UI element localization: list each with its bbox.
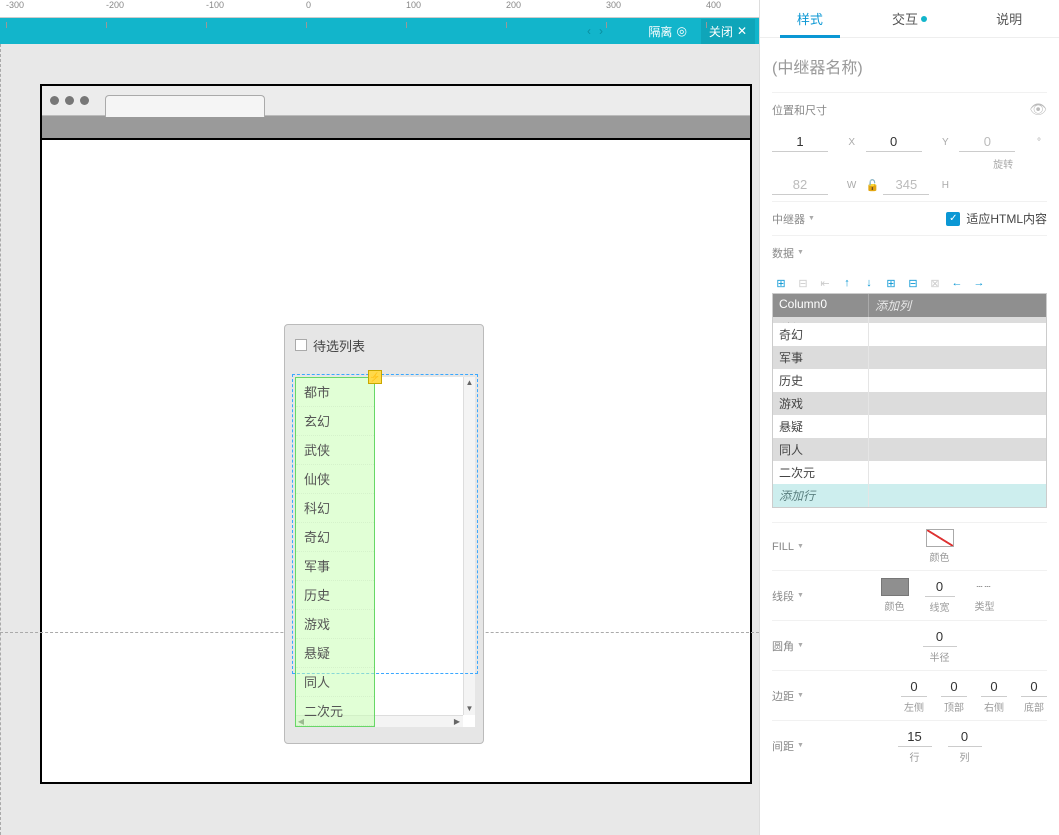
col-spacing-input[interactable] [948,727,982,747]
lightning-icon[interactable]: ⚡ [368,370,382,384]
target-icon: ◎ [676,24,686,38]
section-spacing[interactable]: 间距▼ [772,738,832,754]
panel-checkbox[interactable] [295,339,307,351]
isolate-label: 隔离 [648,23,672,40]
section-fill[interactable]: FILL▼ [772,541,832,553]
list-item[interactable]: 奇幻 [296,523,374,552]
close-label: 关闭 [709,23,733,40]
section-radius[interactable]: 圆角▼ [772,638,832,654]
add-column-header[interactable]: 添加列 [869,294,1046,317]
section-padding[interactable]: 边距▼ [772,688,832,704]
list-item[interactable]: 游戏 [296,610,374,639]
pad-top-input[interactable] [941,677,967,697]
add-column-icon[interactable]: ⊞ [772,275,790,291]
clear-icon[interactable]: ⊠ [926,275,944,291]
remove-column-icon[interactable]: ⊟ [794,275,812,291]
table-cell[interactable]: 二次元 [773,461,869,484]
list-item[interactable]: 玄幻 [296,407,374,436]
scrollbar-vertical[interactable]: ▲ ▼ [463,377,475,715]
ruler-horizontal: -300 -200 -100 0 100 200 300 400 [0,0,759,18]
line-width-input[interactable] [925,577,955,597]
table-cell[interactable]: 军事 [773,346,869,369]
remove-row-icon[interactable]: ⊟ [904,275,922,291]
address-bar [42,116,750,140]
list-item[interactable]: 同人 [296,668,374,697]
repeater-selection[interactable]: ⚡ 都市 玄幻 武侠 仙侠 科幻 奇幻 军事 历史 游戏 悬疑 同人 二次元 [295,377,375,727]
scroll-down-icon[interactable]: ▼ [464,703,475,715]
scroll-up-icon[interactable]: ▲ [464,377,475,389]
add-row-cell[interactable]: 添加行 [773,484,869,507]
browser-chrome [42,86,750,116]
widget-name[interactable]: (中继器名称) [772,46,1047,92]
data-toolbar: ⊞ ⊟ ⇤ ↑ ↓ ⊞ ⊟ ⊠ ← → [772,269,1047,293]
window-dot-icon [65,96,74,105]
next-icon[interactable]: → [970,275,988,291]
move-down-icon[interactable]: ↓ [860,275,878,291]
isolation-bar: ‹ › 隔离 ◎ 关闭 ✕ [0,18,759,44]
list-item[interactable]: 都市 [296,378,374,407]
section-repeater[interactable]: 中继器▼ [772,211,832,227]
prev-icon[interactable]: ← [948,275,966,291]
check-icon: ✓ [946,212,960,226]
nav-next-icon[interactable]: › [596,24,606,38]
list-item[interactable]: 武侠 [296,436,374,465]
width-input[interactable] [772,175,828,195]
section-line[interactable]: 线段▼ [772,588,832,604]
nav-prev-icon[interactable]: ‹ [584,24,594,38]
list-item[interactable]: 科幻 [296,494,374,523]
panel-header: 待选列表 [285,325,483,365]
list-panel-widget[interactable]: 待选列表 ▲ ▼ ◀ ▶ ⚡ 都市 玄幻 武侠 [284,324,484,744]
pad-bottom-input[interactable] [1021,677,1047,697]
list-item[interactable]: 仙侠 [296,465,374,494]
list-item[interactable]: 军事 [296,552,374,581]
lock-icon[interactable]: 🔓 [866,179,880,192]
x-input[interactable] [772,132,828,152]
pad-left-input[interactable] [901,677,927,697]
list-item[interactable]: 二次元 [296,697,374,726]
tab-interaction[interactable]: 交互 [860,0,960,37]
inspector-panel: 样式 交互 说明 (中继器名称) 位置和尺寸 👁 X Y ° [759,0,1059,835]
move-up-icon[interactable]: ↑ [838,275,856,291]
close-icon: ✕ [737,24,747,38]
scroll-right-icon[interactable]: ▶ [451,716,463,727]
guide-vertical [0,44,1,835]
pad-right-input[interactable] [981,677,1007,697]
data-table[interactable]: Column0 添加列 科幻 奇幻 军事 历史 游戏 悬疑 同人 二次元 添加行 [772,293,1047,508]
canvas[interactable]: 待选列表 ▲ ▼ ◀ ▶ ⚡ 都市 玄幻 武侠 [0,44,759,835]
add-row-icon[interactable]: ⊞ [882,275,900,291]
inspector-tabs: 样式 交互 说明 [760,0,1059,38]
isolate-button[interactable]: 隔离 ◎ [644,23,691,40]
row-spacing-input[interactable] [898,727,932,747]
table-cell[interactable]: 游戏 [773,392,869,415]
panel-title: 待选列表 [313,336,365,355]
height-input[interactable] [883,175,929,195]
move-col-left-icon[interactable]: ⇤ [816,275,834,291]
list-item[interactable]: 悬疑 [296,639,374,668]
table-cell[interactable]: 悬疑 [773,415,869,438]
list-item[interactable]: 历史 [296,581,374,610]
tab-style[interactable]: 样式 [760,0,860,37]
y-input[interactable] [866,132,922,152]
line-type-swatch[interactable]: ┄┄ [971,578,999,596]
section-data[interactable]: 数据▼ [772,245,832,261]
radius-input[interactable] [923,627,957,647]
window-dot-icon [50,96,59,105]
fit-html-checkbox[interactable]: ✓ 适应HTML内容 [946,210,1047,227]
visibility-icon[interactable]: 👁 [1029,101,1047,118]
interaction-dot-icon [921,16,927,22]
close-isolation-button[interactable]: 关闭 ✕ [701,19,755,44]
column-header[interactable]: Column0 [773,294,869,317]
rotation-input[interactable] [959,132,1015,152]
browser-tab [105,95,265,117]
table-cell[interactable]: 历史 [773,369,869,392]
section-position-size: 位置和尺寸 [772,102,832,118]
table-cell[interactable]: 同人 [773,438,869,461]
window-dot-icon [80,96,89,105]
fill-color-swatch[interactable] [926,529,954,547]
tab-notes[interactable]: 说明 [959,0,1059,37]
line-color-swatch[interactable] [881,578,909,596]
table-cell[interactable]: 奇幻 [773,323,869,346]
